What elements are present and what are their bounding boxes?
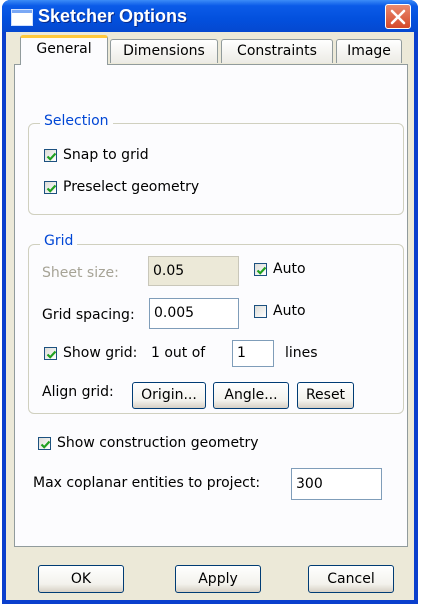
- grid-legend: Grid: [40, 233, 78, 249]
- origin-button[interactable]: Origin...: [132, 382, 206, 409]
- construction-geometry-checkbox[interactable]: [38, 437, 51, 450]
- sheet-size-auto-label[interactable]: Auto: [273, 261, 306, 277]
- sheet-size-label: Sheet size:: [42, 265, 119, 281]
- snap-to-grid-label[interactable]: Snap to grid: [63, 147, 149, 163]
- title-bar[interactable]: Sketcher Options: [2, 0, 418, 32]
- tab-constraints[interactable]: Constraints: [221, 39, 333, 63]
- ok-button[interactable]: OK: [38, 565, 124, 593]
- sheet-size-auto-checkbox[interactable]: [254, 263, 267, 276]
- selection-legend: Selection: [40, 113, 113, 129]
- reset-button[interactable]: Reset: [297, 382, 354, 409]
- grid-spacing-auto-checkbox[interactable]: [254, 305, 267, 318]
- tab-image[interactable]: Image: [336, 39, 402, 63]
- max-coplanar-label: Max coplanar entities to project:: [33, 475, 261, 491]
- snap-to-grid-checkbox[interactable]: [44, 149, 57, 162]
- grid-spacing-auto-label[interactable]: Auto: [273, 303, 306, 319]
- checkmark-icon: [46, 350, 57, 359]
- tab-general[interactable]: General: [20, 35, 108, 65]
- tab-dimensions[interactable]: Dimensions: [110, 39, 218, 63]
- grid-spacing-label: Grid spacing:: [42, 307, 135, 323]
- checkmark-icon: [46, 184, 57, 193]
- angle-button[interactable]: Angle...: [213, 382, 289, 409]
- window-icon: [11, 9, 33, 26]
- selection-group: [28, 123, 404, 215]
- preselect-geometry-checkbox[interactable]: [44, 181, 57, 194]
- grid-lines-input[interactable]: 1: [232, 340, 274, 367]
- show-grid-label[interactable]: Show grid:: [63, 345, 137, 361]
- close-icon: [390, 9, 406, 25]
- show-grid-suffix: lines: [285, 345, 318, 361]
- construction-geometry-label[interactable]: Show construction geometry: [57, 435, 259, 451]
- window-title: Sketcher Options: [38, 6, 188, 26]
- preselect-geometry-label[interactable]: Preselect geometry: [63, 179, 199, 195]
- checkmark-icon: [46, 152, 57, 161]
- max-coplanar-input[interactable]: 300: [291, 468, 382, 500]
- apply-button[interactable]: Apply: [175, 565, 261, 593]
- show-grid-prefix: 1 out of: [151, 345, 206, 361]
- checkmark-icon: [256, 266, 267, 275]
- grid-spacing-input[interactable]: 0.005: [149, 298, 239, 329]
- close-button[interactable]: [385, 4, 411, 29]
- show-grid-checkbox[interactable]: [44, 347, 57, 360]
- cancel-button[interactable]: Cancel: [308, 565, 394, 593]
- align-grid-label: Align grid:: [42, 384, 114, 400]
- checkmark-icon: [40, 440, 51, 449]
- sheet-size-field: 0.05: [148, 256, 239, 286]
